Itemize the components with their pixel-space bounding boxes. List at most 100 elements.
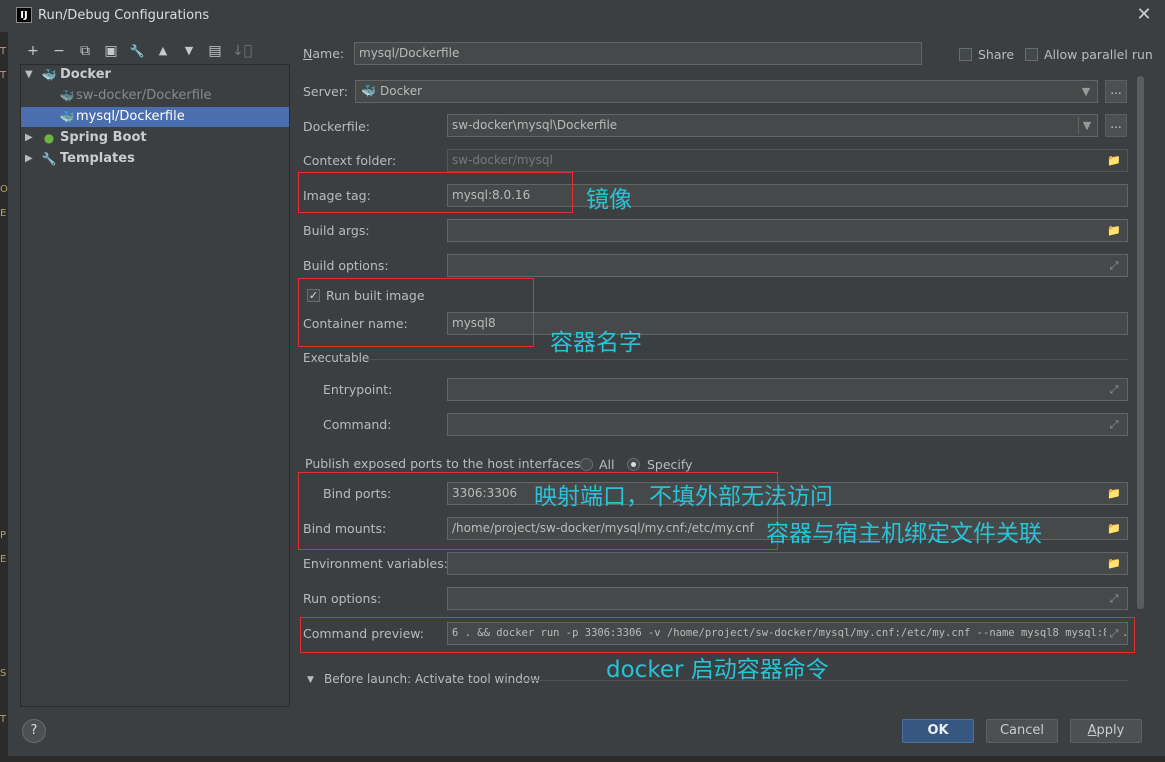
context-folder-value: sw-docker/mysql [452,153,553,167]
edge-char: O [0,184,8,195]
move-up-icon[interactable]: ▲ [154,42,172,60]
save-icon[interactable]: ▣ [102,42,120,60]
docker-icon: 🐳 [361,84,376,98]
share-label: Share [978,47,1015,62]
chevron-down-icon[interactable]: ▼ [1078,117,1095,134]
annotation-mounts: 容器与宿主机绑定文件关联 [766,521,1042,547]
copy-icon[interactable]: ⧉ [76,42,94,60]
dockerfile-browse-button[interactable]: ... [1105,114,1127,137]
folder-icon[interactable]: 📁 [1106,520,1122,537]
expand-icon[interactable]: ⤢ [1106,416,1122,433]
highlight-box-image-tag [298,172,573,213]
remove-icon[interactable]: − [50,42,68,60]
environment-variables-label: Environment variables: [303,556,448,571]
annotation-image: 镜像 [586,187,632,213]
context-folder-input[interactable]: sw-docker/mysql 📁 [447,149,1128,172]
folder-icon[interactable]: 📁 [1106,555,1122,572]
docker-icon: 🐳 [59,89,75,103]
run-options-label: Run options: [303,591,382,606]
highlight-box-preview [300,617,1135,653]
name-input[interactable]: mysql/Dockerfile [354,42,922,65]
entrypoint-input[interactable]: ⤢ [447,378,1128,401]
tree-label: Templates [60,151,135,166]
spring-boot-icon: ● [43,131,55,145]
build-options-input[interactable]: ⤢ [447,254,1128,277]
highlight-box-container [298,278,534,347]
command-label: Command: [323,417,392,432]
docker-icon: 🐳 [59,110,75,124]
collapsed-arrow-icon[interactable]: ▶ [25,149,33,169]
radio-all[interactable] [580,458,593,471]
edge-char: T [0,714,7,725]
tree-label: mysql/Dockerfile [76,109,185,124]
intellij-app-icon: IJ [16,7,32,23]
expand-icon[interactable]: ⤢ [1106,381,1122,398]
folder-icon[interactable]: 📁 [1106,485,1122,502]
expand-icon[interactable]: ⤢ [1106,590,1122,607]
dockerfile-select[interactable]: sw-docker\mysql\Dockerfile ▼ [447,114,1098,137]
edge-char: E [0,208,7,219]
annotation-container-name: 容器名字 [550,330,642,356]
edge-char: E [0,554,7,565]
server-label: Server: [303,84,348,99]
annotation-ports: 映射端口，不填外部无法访问 [534,484,833,510]
edge-char: S [0,668,7,679]
folder-icon[interactable]: ▤ [206,42,224,60]
server-select[interactable]: 🐳 Docker ▼ [355,80,1098,103]
sort-icon[interactable]: ↓⃒ [232,42,252,60]
build-args-input[interactable]: 📁 [447,219,1128,242]
environment-variables-input[interactable]: 📁 [447,552,1128,575]
apply-button[interactable]: Apply [1070,719,1142,743]
edge-char: P [0,530,7,541]
docker-icon: 🐳 [41,68,57,82]
radio-specify[interactable] [627,458,640,471]
tree-item-sw-docker[interactable]: 🐳 sw-docker/Dockerfile [21,86,289,106]
background-bottom [0,756,1165,762]
share-checkbox[interactable] [959,48,972,61]
folder-icon[interactable]: 📁 [1106,152,1122,169]
command-input[interactable]: ⤢ [447,413,1128,436]
chevron-down-icon[interactable]: ▼ [1078,83,1094,100]
cancel-button[interactable]: Cancel [986,719,1058,743]
executable-section-label: Executable [303,351,370,365]
close-icon[interactable]: ✕ [1133,4,1155,26]
wrench-icon: 🔧 [41,152,57,166]
ok-button[interactable]: OK [902,719,974,743]
allow-parallel-run-label: Allow parallel run [1044,47,1153,62]
tree-label: Spring Boot [60,130,147,145]
add-icon[interactable]: + [24,42,42,60]
background-edge: T T O E P E S T [0,32,8,757]
dockerfile-label: Dockerfile: [303,119,371,134]
edge-char: T [0,46,7,57]
expand-icon[interactable]: ⤢ [1106,257,1122,274]
tree-label: sw-docker/Dockerfile [76,88,212,103]
build-args-label: Build args: [303,223,370,238]
help-button[interactable]: ? [22,719,46,743]
tree-label: Docker [60,67,111,82]
tree-node-docker[interactable]: ▼ 🐳 Docker [21,65,289,85]
collapsed-arrow-icon[interactable]: ▶ [25,128,33,148]
window-title: Run/Debug Configurations [38,8,210,23]
context-folder-label: Context folder: [303,153,397,168]
move-down-icon[interactable]: ▼ [180,42,198,60]
before-launch-label[interactable]: Before launch: Activate tool window [324,672,540,686]
configuration-tree[interactable]: ▼ 🐳 Docker 🐳 sw-docker/Dockerfile 🐳 mysq… [20,64,290,707]
build-options-label: Build options: [303,258,389,273]
allow-parallel-run-checkbox[interactable] [1025,48,1038,61]
wrench-icon[interactable]: 🔧 [128,42,146,60]
name-label: Name: [303,46,345,61]
section-divider [366,359,1128,360]
edge-char: T [0,70,7,81]
tree-node-spring-boot[interactable]: ▶ ● Spring Boot [21,128,289,148]
server-value: Docker [380,84,423,98]
dockerfile-value: sw-docker\mysql\Dockerfile [452,118,618,132]
vertical-scrollbar[interactable] [1137,76,1144,609]
tree-item-mysql-dockerfile[interactable]: 🐳 mysql/Dockerfile [21,107,289,127]
expanded-arrow-icon[interactable]: ▼ [25,65,33,85]
collapse-arrow-icon[interactable]: ▼ [307,675,314,685]
run-options-input[interactable]: ⤢ [447,587,1128,610]
tree-node-templates[interactable]: ▶ 🔧 Templates [21,149,289,169]
publish-ports-label: Publish exposed ports to the host interf… [305,456,585,471]
server-browse-button[interactable]: ... [1105,80,1127,103]
folder-icon[interactable]: 📁 [1106,222,1122,239]
